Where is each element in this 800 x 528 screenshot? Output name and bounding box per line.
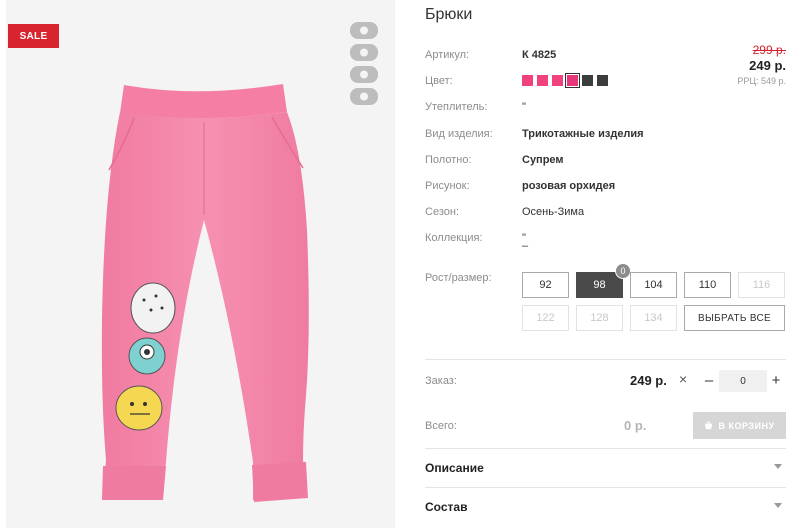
size-button[interactable]: 110 xyxy=(684,272,731,298)
add-to-cart-button[interactable]: В КОРЗИНУ xyxy=(693,412,786,439)
attr-value: Супрем xyxy=(522,154,564,166)
attr-label: Рисунок: xyxy=(425,180,470,192)
cart-icon xyxy=(705,421,713,430)
attr-pattern: Рисунок: розовая орхидея xyxy=(425,179,790,193)
attr-label: Цвет: xyxy=(425,75,453,87)
attr-article: Артикул: К 4825 xyxy=(425,48,790,62)
quantity-input[interactable] xyxy=(719,370,767,392)
accordion-description[interactable]: Описание xyxy=(425,449,786,487)
size-button: 128 xyxy=(576,305,623,331)
divider xyxy=(425,359,786,360)
attr-fabric: Полотно: Супрем xyxy=(425,153,790,167)
product-image-panel: SALE xyxy=(6,0,395,528)
quantity-minus-button[interactable]: – xyxy=(702,369,716,391)
brand-logo xyxy=(350,22,378,105)
accordion-description-label: Описание xyxy=(425,461,484,475)
size-button[interactable]: 92 xyxy=(522,272,569,298)
attr-value: розовая орхидея xyxy=(522,180,616,192)
attr-value: Осень-Зима xyxy=(522,206,585,218)
old-price: 299 р. xyxy=(752,43,786,57)
attr-season: Сезон: Осень-Зима xyxy=(425,205,790,219)
attr-value: Трикотажные изделия xyxy=(522,128,644,140)
color-swatch[interactable] xyxy=(537,75,548,86)
size-button: 134 xyxy=(630,305,677,331)
size-button: 122 xyxy=(522,305,569,331)
attr-value: – xyxy=(522,240,529,252)
product-image[interactable] xyxy=(6,0,395,528)
sale-badge: SALE xyxy=(8,24,59,48)
times-icon: × xyxy=(679,371,688,387)
rrp-price: РРЦ: 549 р. xyxy=(737,76,786,86)
add-to-cart-label: В КОРЗИНУ xyxy=(718,420,775,431)
color-swatch[interactable] xyxy=(522,75,533,86)
size-button: 116 xyxy=(738,272,785,298)
total-value: 0 р. xyxy=(624,418,647,433)
current-price: 249 р. xyxy=(749,58,786,73)
color-swatch[interactable] xyxy=(565,73,580,88)
color-swatch[interactable] xyxy=(552,75,563,86)
attr-label: Полотно: xyxy=(425,154,472,166)
select-all-sizes-button[interactable]: ВЫБРАТЬ ВСЕ xyxy=(684,305,785,331)
size-label: Рост/размер: xyxy=(425,272,492,284)
attr-label: Сезон: xyxy=(425,206,459,218)
order-price: 249 р. xyxy=(630,373,667,388)
total-label: Всего: xyxy=(425,420,457,432)
attr-value: К 4825 xyxy=(522,49,557,61)
attr-label: Утеплитель: xyxy=(425,101,488,113)
color-swatches xyxy=(522,73,608,88)
attr-label: Артикул: xyxy=(425,49,470,61)
size-button[interactable]: 104 xyxy=(630,272,677,298)
color-swatch[interactable] xyxy=(597,75,608,86)
product-title: Брюки xyxy=(425,6,473,23)
color-swatch[interactable] xyxy=(582,75,593,86)
accordion-composition-label: Состав xyxy=(425,500,468,514)
attr-product-type: Вид изделия: Трикотажные изделия xyxy=(425,127,790,141)
accordion-composition[interactable]: Состав xyxy=(425,488,786,526)
attr-collection-extra: – xyxy=(425,239,790,253)
attr-label: Вид изделия: xyxy=(425,128,493,140)
quantity-plus-button[interactable]: + xyxy=(769,369,783,391)
size-count-badge: 0 xyxy=(615,263,631,279)
order-label: Заказ: xyxy=(425,375,457,387)
attr-value: " xyxy=(522,101,526,113)
attr-insulation: Утеплитель: " xyxy=(425,100,790,114)
chevron-down-icon xyxy=(774,503,782,508)
chevron-down-icon xyxy=(774,464,782,469)
